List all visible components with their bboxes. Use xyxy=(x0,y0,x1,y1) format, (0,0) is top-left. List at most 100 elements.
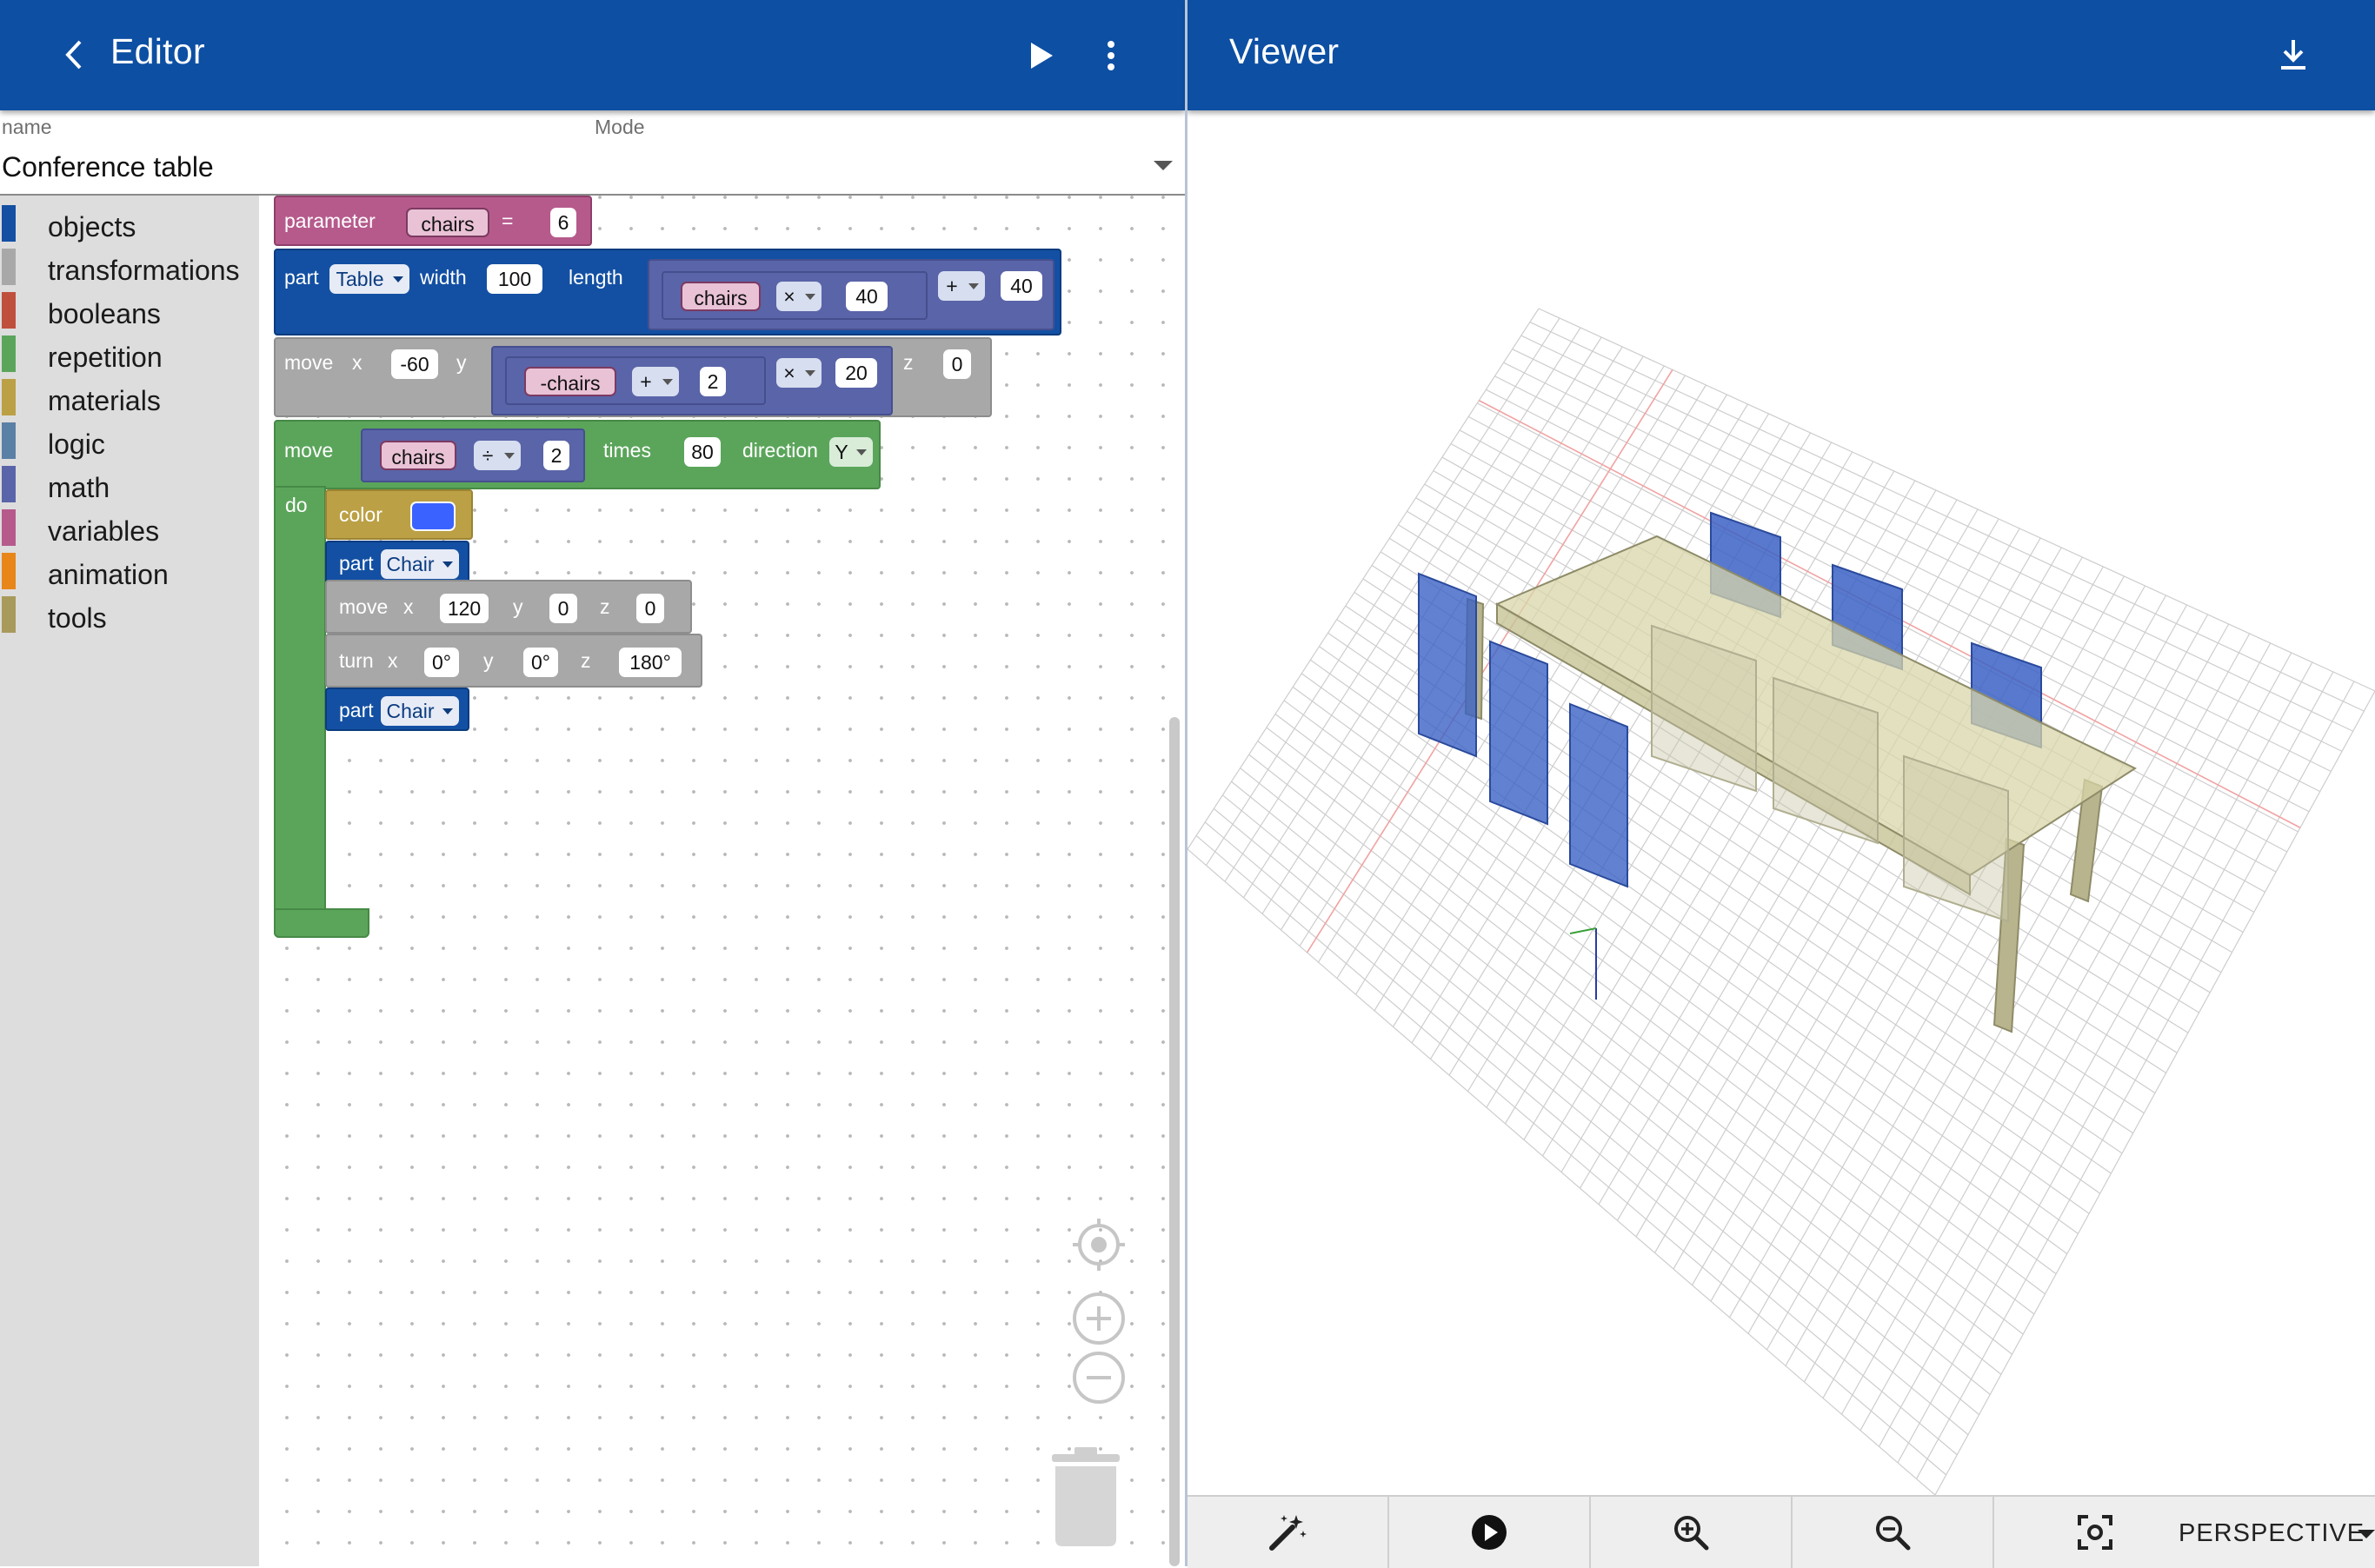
color-block[interactable]: color xyxy=(325,489,473,540)
operator-dropdown[interactable]: × xyxy=(776,358,822,388)
category-swatch xyxy=(2,466,16,502)
projection-dropdown[interactable]: PERSPECTIVE xyxy=(2179,1519,2365,1548)
zoom-in-button[interactable] xyxy=(1591,1497,1793,1568)
number-field[interactable]: 6 xyxy=(550,208,576,237)
number-field[interactable]: 2 xyxy=(543,441,569,470)
color-keyword: color xyxy=(339,503,383,526)
name-label: name xyxy=(2,116,52,138)
math-expression-block[interactable]: chairs ÷ 2 xyxy=(361,429,585,482)
math-expression-block[interactable]: chairs × 40 + 40 xyxy=(648,259,1054,330)
object-dropdown[interactable]: Chair xyxy=(381,549,459,579)
move-block[interactable]: move x -60 y -chairs + 2 × 20 z 0 xyxy=(274,337,992,417)
variable-field[interactable]: -chairs xyxy=(524,367,616,396)
more-vert-icon[interactable] xyxy=(1102,40,1120,71)
category-materials[interactable]: materials xyxy=(0,375,259,416)
category-repetition[interactable]: repetition xyxy=(0,332,259,373)
times-field[interactable]: 80 xyxy=(684,437,721,467)
number-field[interactable]: 40 xyxy=(1001,271,1042,301)
z-field[interactable]: 0 xyxy=(636,594,664,623)
download-icon[interactable] xyxy=(2279,38,2308,71)
y-keyword: y xyxy=(483,649,494,672)
blocks-workspace[interactable]: parameter chairs = 6 part Table width 10… xyxy=(259,196,1185,1566)
object-dropdown[interactable]: Table xyxy=(329,264,409,294)
category-label: transformations xyxy=(48,255,240,286)
part-table-block[interactable]: part Table width 100 length chairs × 40 … xyxy=(274,249,1061,336)
category-swatch xyxy=(2,292,16,329)
math-expression-block[interactable]: -chairs + 2 × 20 xyxy=(491,346,893,415)
y-field[interactable]: 0 xyxy=(549,594,577,623)
color-swatch-field[interactable] xyxy=(410,502,456,531)
operator-dropdown[interactable]: + xyxy=(938,271,985,301)
variable-field[interactable]: chairs xyxy=(406,208,489,237)
trash-icon[interactable] xyxy=(1048,1445,1123,1548)
move-keyword: move xyxy=(284,351,334,374)
variable-field[interactable]: chairs xyxy=(681,282,761,311)
category-swatch xyxy=(2,249,16,285)
width-field[interactable]: 100 xyxy=(487,264,542,294)
category-animation[interactable]: animation xyxy=(0,549,259,590)
repeat-move-block[interactable]: move chairs ÷ 2 times 80 direction Y xyxy=(274,420,881,489)
move-keyword: move xyxy=(284,439,334,462)
ground-grid xyxy=(1188,308,2375,1495)
category-swatch xyxy=(2,509,16,546)
operator-dropdown[interactable]: + xyxy=(632,367,679,396)
do-keyword: do xyxy=(285,494,308,516)
math-expression-block[interactable]: chairs × 40 xyxy=(662,271,928,320)
repeat-block-footer xyxy=(274,908,369,938)
number-field[interactable]: 2 xyxy=(700,367,726,396)
math-expression-block[interactable]: -chairs + 2 xyxy=(505,356,766,405)
zoom-out-button[interactable] xyxy=(1793,1497,1994,1568)
viewer-title: Viewer xyxy=(1229,31,1340,71)
zoom-out-circle-icon[interactable] xyxy=(1071,1350,1127,1405)
play-icon[interactable] xyxy=(1028,41,1054,70)
chevron-left-icon[interactable] xyxy=(61,38,87,71)
object-dropdown[interactable]: Chair xyxy=(381,696,459,726)
z-field[interactable]: 0 xyxy=(943,349,971,379)
fit-view-button[interactable] xyxy=(1994,1497,2196,1568)
auto-arrange-button[interactable] xyxy=(1188,1497,1389,1568)
z-keyword: z xyxy=(600,595,610,618)
animate-button[interactable] xyxy=(1389,1497,1591,1568)
turn-block[interactable]: turn x 0° y 0° z 180° xyxy=(325,634,702,688)
operator-dropdown[interactable]: ÷ xyxy=(474,441,521,470)
direction-dropdown[interactable]: Y xyxy=(829,437,873,467)
part-keyword: part xyxy=(339,552,374,575)
y-field[interactable]: 0° xyxy=(523,648,558,677)
pane-divider[interactable] xyxy=(1185,0,1188,1566)
recenter-icon[interactable] xyxy=(1071,1217,1127,1272)
x-field[interactable]: -60 xyxy=(391,349,438,379)
parameter-keyword: parameter xyxy=(284,209,376,232)
category-label: math xyxy=(48,472,110,503)
3d-viewport[interactable] xyxy=(1188,110,2375,1495)
x-field[interactable]: 0° xyxy=(424,648,459,677)
mode-dropdown-caret-icon[interactable] xyxy=(1154,161,1173,170)
chair-front xyxy=(1489,640,1548,826)
number-field[interactable]: 20 xyxy=(835,358,877,388)
zoom-in-circle-icon[interactable] xyxy=(1071,1291,1127,1346)
projection-caret-icon[interactable] xyxy=(2358,1530,2375,1538)
number-field[interactable]: 40 xyxy=(846,282,888,311)
times-keyword: times xyxy=(603,439,651,462)
category-variables[interactable]: variables xyxy=(0,506,259,547)
program-name-field[interactable]: Conference table xyxy=(2,151,214,183)
category-booleans[interactable]: booleans xyxy=(0,289,259,329)
variable-field[interactable]: chairs xyxy=(380,441,456,470)
workspace-scrollbar[interactable] xyxy=(1169,717,1180,1566)
move-block[interactable]: move x 120 y 0 z 0 xyxy=(325,580,692,634)
category-math[interactable]: math xyxy=(0,462,259,503)
category-logic[interactable]: logic xyxy=(0,419,259,460)
z-field[interactable]: 180° xyxy=(619,648,682,677)
zoom-out-icon xyxy=(1876,1516,1911,1551)
direction-keyword: direction xyxy=(742,439,818,462)
part-keyword: part xyxy=(339,699,374,721)
category-objects[interactable]: objects xyxy=(0,202,259,243)
part-chair-block[interactable]: part Chair xyxy=(325,541,469,584)
category-transformations[interactable]: transformations xyxy=(0,245,259,286)
part-chair-block[interactable]: part Chair xyxy=(325,688,469,731)
category-label: variables xyxy=(48,515,160,547)
category-label: booleans xyxy=(48,298,161,329)
parameter-block[interactable]: parameter chairs = 6 xyxy=(274,196,592,246)
x-field[interactable]: 120 xyxy=(440,594,489,623)
category-tools[interactable]: tools xyxy=(0,593,259,634)
operator-dropdown[interactable]: × xyxy=(776,282,822,311)
